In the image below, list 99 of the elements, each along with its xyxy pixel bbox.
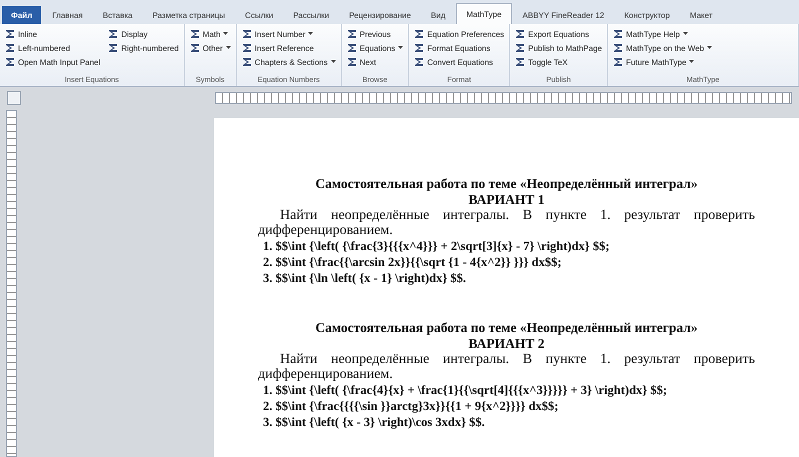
ribbon-command[interactable]: Equations — [346, 41, 404, 55]
caret-icon — [689, 60, 694, 64]
command-label: Equation Preferences — [427, 30, 504, 38]
equation-item: 3. $$\int {\ln \left( {x - 1} \right)dx} $$. — [263, 270, 468, 286]
variant-heading: ВАРИАНТ 2 — [467, 336, 546, 352]
caret-icon — [226, 46, 231, 50]
ribbon-tab[interactable]: Главная — [43, 6, 92, 24]
equation-icon — [515, 57, 526, 67]
command-label: Insert Reference — [254, 44, 314, 52]
ribbon-command[interactable]: Previous — [346, 27, 404, 41]
equation-icon — [612, 57, 623, 67]
ribbon-command[interactable]: Equation Preferences — [414, 27, 504, 41]
ribbon-tab[interactable]: ABBYY FineReader 12 — [514, 6, 614, 24]
ruler-toggle-button[interactable] — [7, 91, 21, 105]
command-label: Publish to MathPage — [528, 44, 602, 52]
equation-icon — [242, 57, 252, 67]
command-label: Open Math Input Panel — [18, 58, 100, 66]
equation-icon — [612, 43, 623, 53]
task-instruction: Найти неопределённые интегралы. В пункте 1. результат проверить дифференцированием. — [258, 208, 755, 238]
equation-icon — [242, 29, 252, 39]
ribbon-command[interactable]: Inline — [5, 27, 100, 41]
command-label: Convert Equations — [427, 58, 494, 66]
ribbon-command[interactable]: Format Equations — [414, 41, 504, 55]
ribbon-command[interactable]: Future MathType — [612, 55, 793, 69]
ribbon-tab[interactable]: Вид — [422, 6, 454, 24]
ribbon-tab[interactable]: Вставка — [94, 6, 142, 24]
caret-icon — [308, 32, 314, 36]
ribbon-command[interactable]: Chapters & Sections — [242, 55, 336, 69]
caret-icon — [682, 32, 688, 36]
equation-icon — [414, 29, 424, 39]
equation-item: 2. $$\int {\frac{{\arcsin 2x}}{{\sqrt {1 - 4{x^2}} }}} dx$$; — [263, 254, 563, 270]
ribbon-tab[interactable]: Конструктор — [615, 6, 679, 24]
command-label: Toggle TeX — [528, 58, 568, 66]
ribbon-command[interactable]: Export Equations — [515, 27, 602, 41]
command-label: Future MathType — [626, 58, 686, 66]
equation-icon — [346, 29, 357, 39]
caret-icon — [398, 46, 404, 50]
equation-item: 3. $$\int {\left( {x - 3} \right)\cos 3xdx} $$. — [263, 414, 486, 430]
ribbon-command[interactable]: MathType on the Web — [612, 41, 793, 55]
equation-icon — [346, 43, 357, 53]
ribbon-tab[interactable]: Ссылки — [236, 6, 282, 24]
command-label: MathType Help — [626, 30, 680, 38]
ribbon-command[interactable]: Convert Equations — [414, 55, 504, 69]
equation-icon — [515, 29, 526, 39]
ribbon-tab[interactable]: Разметка страницы — [143, 6, 234, 24]
task-instruction: Найти неопределённые интегралы. В пункте 1. результат проверить дифференцированием. — [258, 352, 755, 382]
command-label: Chapters & Sections — [254, 58, 328, 66]
command-label: Left-numbered — [18, 44, 70, 52]
command-label: Previous — [360, 30, 391, 38]
ribbon-command[interactable]: Display — [108, 27, 179, 41]
ribbon-command[interactable]: Insert Number — [242, 27, 336, 41]
ribbon-command[interactable]: Math — [190, 27, 231, 41]
ribbon-command[interactable]: Open Math Input Panel — [5, 55, 100, 69]
equation-icon — [612, 29, 623, 39]
equation-icon — [190, 43, 200, 53]
section-title: Самостоятельная работа по теме «Неопределённый интеграл» — [314, 176, 699, 192]
ribbon-command[interactable]: Next — [346, 55, 404, 69]
equation-icon — [108, 43, 118, 53]
equation-item: 1. $$\int {\left( {\frac{4}{x} + \frac{1}{{\sqrt[4]{{{x^3}}}}} + 3} \right)dx} $$; — [263, 382, 668, 398]
command-label: MathType on the Web — [626, 44, 704, 52]
command-label: Right-numbered — [121, 44, 179, 52]
file-tab[interactable]: Файл — [2, 6, 42, 24]
equation-icon — [414, 43, 424, 53]
equation-icon — [190, 29, 200, 39]
command-label: Equations — [360, 44, 396, 52]
equation-icon — [5, 57, 15, 67]
equation-item: 1. $$\int {\left( {\frac{3}{{{x^4}}} + 2\sqrt[3]{x} - 7} \right)dx} $$; — [263, 238, 610, 254]
command-label: Display — [121, 30, 148, 38]
caret-icon — [330, 60, 336, 64]
caret-icon — [223, 32, 228, 36]
equation-icon — [108, 29, 118, 39]
ribbon-command[interactable]: Right-numbered — [108, 41, 179, 55]
ribbon-command[interactable]: Publish to MathPage — [515, 41, 602, 55]
equation-icon — [346, 57, 357, 67]
section-title: Самостоятельная работа по теме «Неопределённый интеграл» — [314, 320, 699, 336]
command-label: Math — [202, 30, 220, 38]
equation-icon — [5, 43, 15, 53]
equation-item: 2. $$\int {\frac{{{{\sin }}arctg}3x}}{{1 + 9{x^2}}}} dx$$; — [263, 398, 560, 414]
caret-icon — [707, 46, 712, 50]
ribbon-command[interactable]: Left-numbered — [5, 41, 100, 55]
equation-icon — [414, 57, 424, 67]
variant-heading: ВАРИАНТ 1 — [467, 192, 546, 208]
command-label: Export Equations — [528, 30, 590, 38]
command-label: Next — [360, 58, 376, 66]
ribbon-tab[interactable]: Рецензирование — [340, 6, 420, 24]
ribbon-command[interactable]: Toggle TeX — [515, 55, 602, 69]
command-label: Other — [202, 44, 223, 52]
equation-icon — [515, 43, 526, 53]
equation-icon — [242, 43, 252, 53]
command-label: Inline — [18, 30, 38, 38]
equation-icon — [5, 29, 15, 39]
ribbon-command[interactable]: Insert Reference — [242, 41, 336, 55]
ribbon-command[interactable]: MathType Help — [612, 27, 793, 41]
ribbon-tab[interactable]: Макет — [680, 6, 722, 24]
ribbon-tab[interactable]: Рассылки — [284, 6, 338, 24]
command-label: Format Equations — [427, 44, 490, 52]
command-label: Insert Number — [254, 30, 306, 38]
ribbon-command[interactable]: Other — [190, 41, 231, 55]
ribbon-tab[interactable]: MathType — [456, 3, 512, 24]
